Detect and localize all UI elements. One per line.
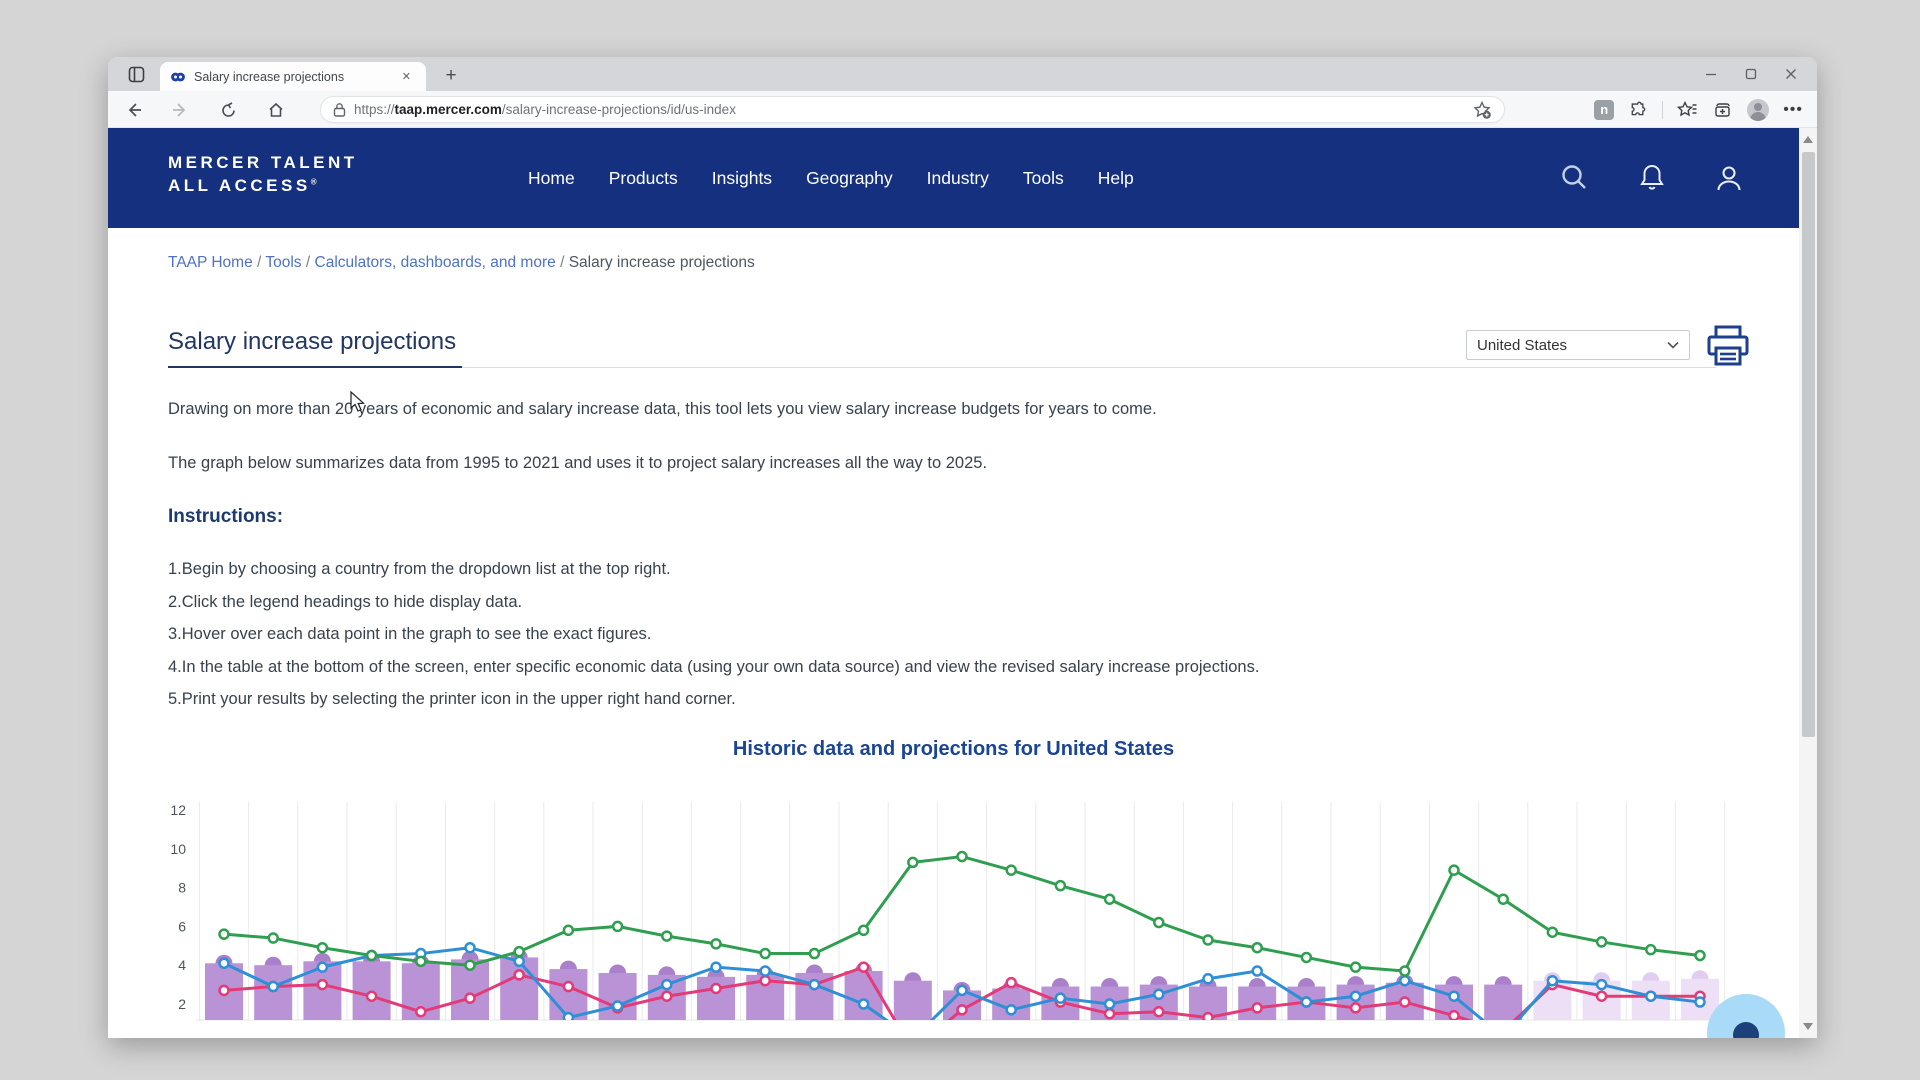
settings-menu-icon[interactable]: •••	[1783, 101, 1803, 119]
nav-item-geography[interactable]: Geography	[806, 168, 893, 189]
breadcrumb-separator: /	[257, 254, 261, 271]
logo-line1: MERCER TALENT	[168, 152, 358, 175]
page-viewport: MERCER TALENT ALL ACCESS® Home Products …	[108, 128, 1799, 1038]
refresh-button[interactable]	[214, 96, 242, 124]
home-button[interactable]	[262, 96, 290, 124]
scrollbar-down-arrow[interactable]	[1803, 1023, 1813, 1030]
extensions-puzzle-icon[interactable]	[1628, 100, 1648, 120]
intro-paragraph-2: The graph below summarizes data from 199…	[168, 454, 987, 473]
instruction-item: 4.In the table at the bottom of the scre…	[168, 657, 1259, 678]
favorites-icon[interactable]	[1677, 100, 1698, 120]
tab-strip: Salary increase projections ✕ +	[108, 57, 1817, 91]
url-path: /salary-increase-projections/id/us-index	[502, 102, 736, 117]
browser-tab[interactable]: Salary increase projections ✕	[160, 62, 426, 91]
nav-item-products[interactable]: Products	[609, 168, 678, 189]
instructions-list: 1.Begin by choosing a country from the d…	[168, 559, 1259, 722]
browser-toolbar: https://taap.mercer.com/salary-increase-…	[108, 91, 1817, 128]
instruction-item: 1.Begin by choosing a country from the d…	[168, 559, 1259, 580]
registered-mark: ®	[311, 177, 317, 186]
nav-item-home[interactable]: Home	[528, 168, 575, 189]
breadcrumb-current: Salary increase projections	[569, 254, 755, 271]
salary-chart-svg: 2 4 6 8 10 12	[108, 788, 1799, 1038]
url-text: https://taap.mercer.com/salary-increase-…	[354, 102, 1472, 117]
lock-icon	[333, 102, 346, 117]
new-tab-button[interactable]: +	[438, 64, 464, 88]
print-button[interactable]	[1705, 324, 1751, 368]
toolbar-divider	[1662, 101, 1663, 119]
instruction-item: 5.Print your results by selecting the pr…	[168, 689, 1259, 710]
url-scheme: https://	[354, 102, 395, 117]
svg-text:8: 8	[178, 880, 186, 896]
instruction-item: 3.Hover over each data point in the grap…	[168, 624, 1259, 645]
page-scrollbar[interactable]	[1799, 128, 1817, 1038]
breadcrumb-separator: /	[306, 254, 310, 271]
title-underline	[168, 366, 462, 368]
user-account-icon[interactable]	[1714, 163, 1744, 193]
maximize-button[interactable]	[1731, 59, 1771, 89]
chevron-down-icon	[1667, 341, 1679, 349]
scrollbar-up-arrow[interactable]	[1803, 136, 1813, 143]
instruction-item: 2.Click the legend headings to hide disp…	[168, 592, 1259, 613]
vertical-tabs-icon	[128, 66, 145, 83]
nav-item-help[interactable]: Help	[1098, 168, 1134, 189]
instructions-heading: Instructions:	[168, 506, 283, 528]
breadcrumb: TAAP Home / Tools / Calculators, dashboa…	[168, 254, 755, 272]
nav-item-tools[interactable]: Tools	[1023, 168, 1064, 189]
notifications-bell-icon[interactable]	[1638, 163, 1666, 193]
url-domain: taap.mercer.com	[395, 102, 502, 117]
close-window-button[interactable]	[1771, 59, 1811, 89]
site-logo[interactable]: MERCER TALENT ALL ACCESS®	[168, 152, 358, 198]
svg-text:10: 10	[170, 841, 186, 857]
forward-button[interactable]	[166, 96, 194, 124]
country-dropdown[interactable]: United States	[1466, 330, 1690, 360]
main-nav: Home Products Insights Geography Industr…	[528, 128, 1134, 228]
header-icon-row	[1558, 128, 1744, 228]
tab-close-icon[interactable]: ✕	[397, 68, 416, 85]
toolbar-icon-row: n •••	[1594, 96, 1803, 123]
svg-text:4: 4	[178, 957, 186, 973]
collections-icon[interactable]	[1712, 100, 1733, 120]
svg-text:6: 6	[178, 918, 186, 934]
breadcrumb-taap-home[interactable]: TAAP Home	[168, 254, 253, 271]
breadcrumb-calculators[interactable]: Calculators, dashboards, and more	[315, 254, 556, 271]
svg-text:2: 2	[178, 996, 186, 1012]
address-bar[interactable]: https://taap.mercer.com/salary-increase-…	[320, 96, 1505, 123]
salary-chart[interactable]: 2 4 6 8 10 12	[108, 788, 1799, 1038]
back-button[interactable]	[120, 96, 148, 124]
svg-text:12: 12	[170, 802, 186, 818]
browser-window: Salary increase projections ✕ +	[108, 57, 1817, 1038]
window-controls	[1691, 57, 1811, 91]
add-favorite-icon[interactable]	[1472, 100, 1492, 120]
chart-title: Historic data and projections for United…	[108, 738, 1799, 761]
breadcrumb-separator: /	[560, 254, 564, 271]
browser-profile-avatar[interactable]	[1747, 99, 1769, 121]
search-icon[interactable]	[1558, 162, 1590, 194]
minimize-button[interactable]	[1691, 59, 1731, 89]
intro-paragraph-1: Drawing on more than 20 years of economi…	[168, 400, 1157, 419]
tab-title: Salary increase projections	[194, 70, 397, 84]
mercer-favicon	[170, 69, 186, 85]
scrollbar-thumb[interactable]	[1802, 152, 1815, 737]
country-dropdown-value: United States	[1477, 337, 1567, 354]
page-title: Salary increase projections	[168, 328, 456, 356]
nav-item-insights[interactable]: Insights	[712, 168, 772, 189]
tab-actions-button[interactable]	[120, 62, 152, 87]
site-header: MERCER TALENT ALL ACCESS® Home Products …	[108, 128, 1799, 228]
n-extension-icon[interactable]: n	[1594, 100, 1614, 120]
breadcrumb-tools[interactable]: Tools	[265, 254, 301, 271]
nav-item-industry[interactable]: Industry	[927, 168, 989, 189]
logo-line2: ALL ACCESS®	[168, 175, 358, 198]
